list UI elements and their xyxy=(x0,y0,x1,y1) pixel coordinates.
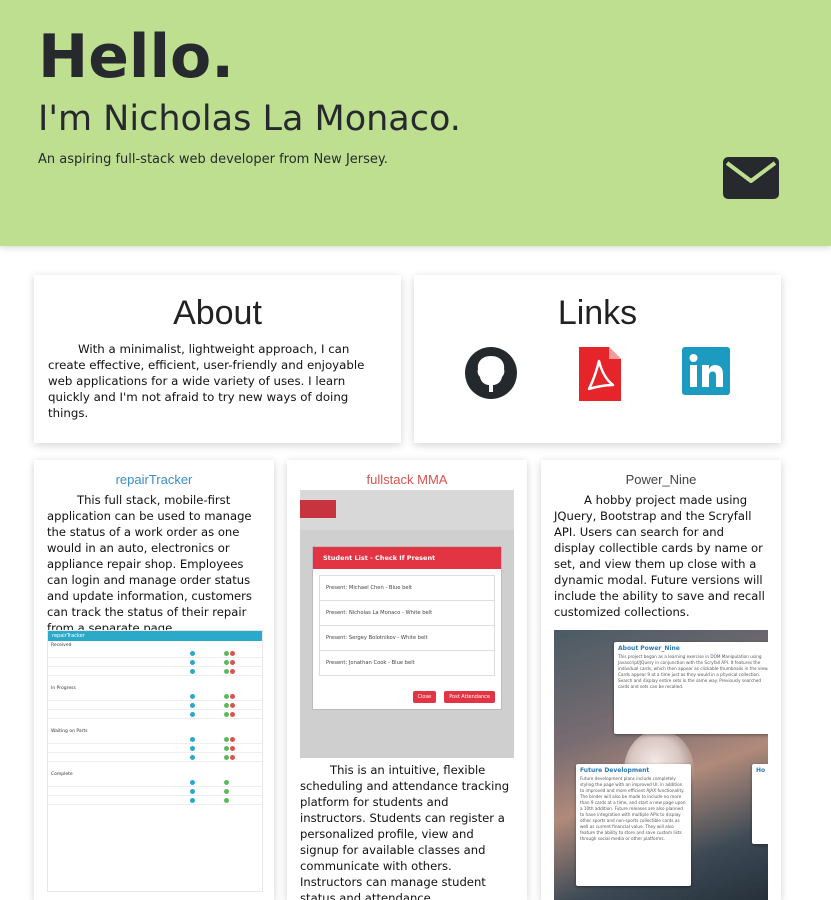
list-item: Present: Sergey Bolotnikov - White belt xyxy=(320,626,494,651)
panel-text: This project began as a learning exercis… xyxy=(618,654,768,689)
hero-greeting: Hello. xyxy=(38,22,235,92)
table-row xyxy=(48,735,262,744)
about-title: About xyxy=(173,294,262,332)
hero-tagline: An aspiring full-stack web developer fro… xyxy=(38,152,388,167)
screenshot-section-label: In Progress xyxy=(51,686,76,691)
panel-heading: Future Development xyxy=(580,767,650,774)
table-row xyxy=(48,710,262,719)
project-title-power-nine[interactable]: Power_Nine xyxy=(541,460,781,488)
project-screenshot[interactable]: About Power_Nine This project began as a… xyxy=(554,630,768,900)
table-row xyxy=(48,701,262,710)
github-icon[interactable] xyxy=(465,347,517,399)
about-panel: About Power_Nine This project began as a… xyxy=(614,642,768,734)
links-title: Links xyxy=(557,294,638,332)
pdf-resume-icon[interactable] xyxy=(579,347,621,401)
table-row xyxy=(48,744,262,753)
screenshot-red-block xyxy=(300,500,336,518)
about-text: With a minimalist, lightweight approach,… xyxy=(48,342,365,420)
project-card-power-nine: Power_Nine A hobby project made using JQ… xyxy=(541,460,781,900)
future-panel: Future Development Future development pl… xyxy=(576,764,691,886)
table-row xyxy=(48,667,262,676)
project-description: A hobby project made using JQuery, Boots… xyxy=(554,493,765,619)
panel-text: Future development plans include complet… xyxy=(580,776,686,841)
post-attendance-button: Post Attendance xyxy=(444,691,495,703)
envelope-icon[interactable] xyxy=(723,157,779,199)
table-row xyxy=(48,796,262,805)
links-icon-row xyxy=(414,347,781,401)
panel-heading: Ho xyxy=(756,767,766,774)
modal-title: Student List - Check If Present xyxy=(313,547,501,569)
project-title-repairtracker[interactable]: repairTracker xyxy=(34,460,274,488)
about-card: About With a minimalist, lightweight app… xyxy=(34,275,401,443)
project-title-fullstack-mma[interactable]: fullstack MMA xyxy=(287,460,527,488)
table-row xyxy=(48,658,262,667)
screenshot-section-label: Waiting on Parts xyxy=(51,729,88,734)
project-card-repairtracker: repairTracker This full stack, mobile-fi… xyxy=(34,460,274,900)
table-row xyxy=(48,649,262,658)
project-description: This full stack, mobile-first applicatio… xyxy=(47,493,252,635)
table-row xyxy=(48,787,262,796)
table-row xyxy=(48,778,262,787)
modal-buttons: Close Post Attendance xyxy=(410,683,495,703)
list-item: Present: Nicholas La Monaco - White belt xyxy=(320,601,494,626)
screenshot-app-bar: repairTracker xyxy=(48,631,262,641)
student-list: Present: Michael Chen - Blue belt Presen… xyxy=(319,575,495,676)
linkedin-icon[interactable] xyxy=(682,347,730,395)
project-card-fullstack-mma: fullstack MMA Student List - Check If Pr… xyxy=(287,460,527,900)
project-screenshot[interactable]: Student List - Check If Present Present:… xyxy=(300,490,514,758)
screenshot-section-label: Received xyxy=(51,643,72,648)
attendance-modal: Student List - Check If Present Present:… xyxy=(312,546,502,710)
links-card: Links xyxy=(414,275,781,443)
hero-header: Hello. I'm Nicholas La Monaco. An aspiri… xyxy=(0,0,831,246)
list-item: Present: Jonathan Cook - Blue belt xyxy=(326,660,415,666)
project-screenshot[interactable]: repairTracker Received In Progress Waiti… xyxy=(47,630,263,892)
table-row xyxy=(48,753,262,762)
list-item: Present: Michael Chen - Blue belt xyxy=(320,576,494,601)
panel-heading: About Power_Nine xyxy=(618,645,680,652)
project-description: This is an intuitive, flexible schedulin… xyxy=(300,763,510,900)
table-row xyxy=(48,692,262,701)
hero-name: I'm Nicholas La Monaco. xyxy=(38,99,461,139)
side-panel: Ho xyxy=(752,764,768,844)
close-button: Close xyxy=(412,691,437,703)
screenshot-section-label: Complete xyxy=(51,772,73,777)
